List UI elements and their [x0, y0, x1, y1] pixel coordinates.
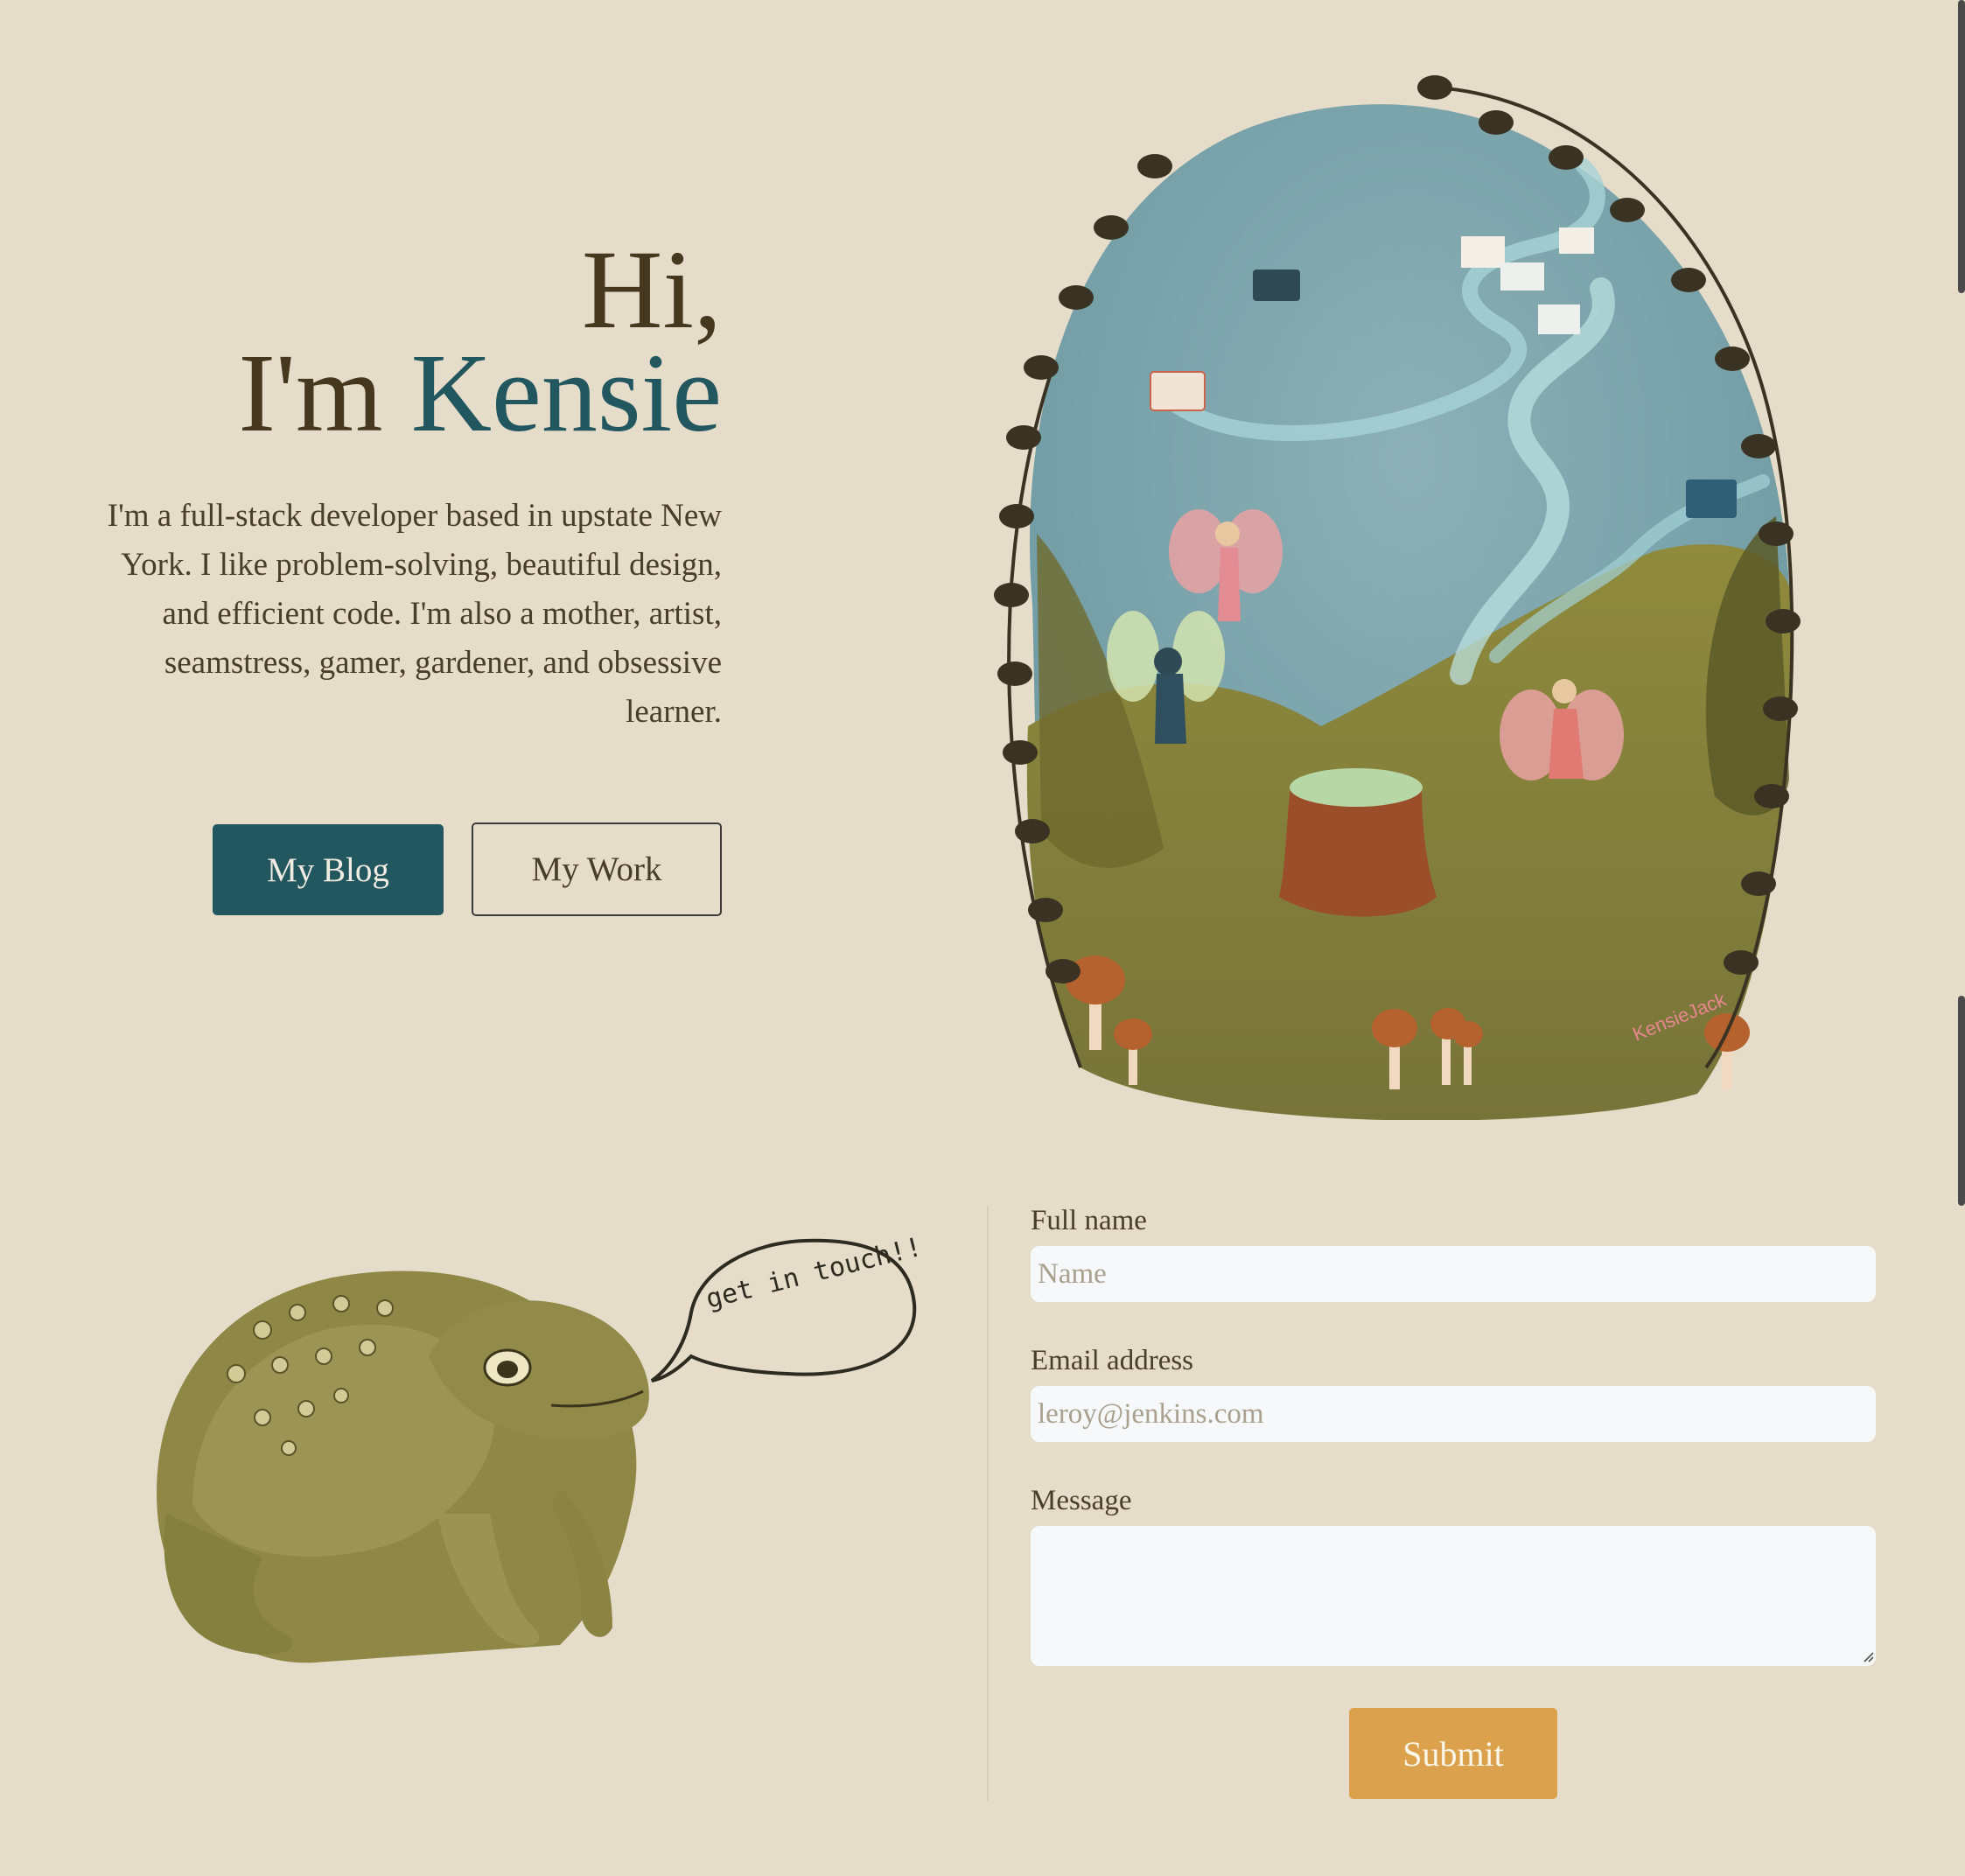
page: Hi, I'm Kensie I'm a full-stack develope…	[0, 0, 1965, 1876]
hero-name: Kensie	[410, 331, 722, 455]
hero-description: I'm a full-stack developer based in upst…	[107, 498, 722, 730]
full-name-label: Full name	[1031, 1205, 1147, 1236]
my-work-button[interactable]: My Work	[472, 822, 722, 916]
email-input[interactable]	[1031, 1386, 1876, 1442]
submit-button[interactable]: Submit	[1349, 1708, 1557, 1799]
hero-heading: Hi, I'm Kensie	[105, 234, 722, 449]
scrollbar-thumb-top[interactable]	[1958, 0, 1965, 293]
message-textarea[interactable]	[1031, 1526, 1876, 1666]
email-label: Email address	[1031, 1345, 1194, 1376]
my-blog-button[interactable]: My Blog	[213, 824, 444, 915]
toad-illustration: get in touch!!	[157, 1232, 925, 1663]
scrollbar[interactable]	[1955, 0, 1965, 1876]
speech-bubble-text: get in touch!!	[703, 1232, 925, 1315]
fairy-forest-illustration: KensieJack	[994, 75, 1801, 1120]
scrollbar-thumb[interactable]	[1958, 996, 1965, 1206]
message-label: Message	[1031, 1485, 1132, 1516]
hero-intro-prefix: I'm	[238, 331, 411, 455]
resize-grip-icon[interactable]	[1862, 1650, 1874, 1662]
section-divider	[987, 1206, 989, 1801]
fairy-red	[1500, 679, 1624, 780]
full-name-input[interactable]	[1031, 1246, 1876, 1302]
